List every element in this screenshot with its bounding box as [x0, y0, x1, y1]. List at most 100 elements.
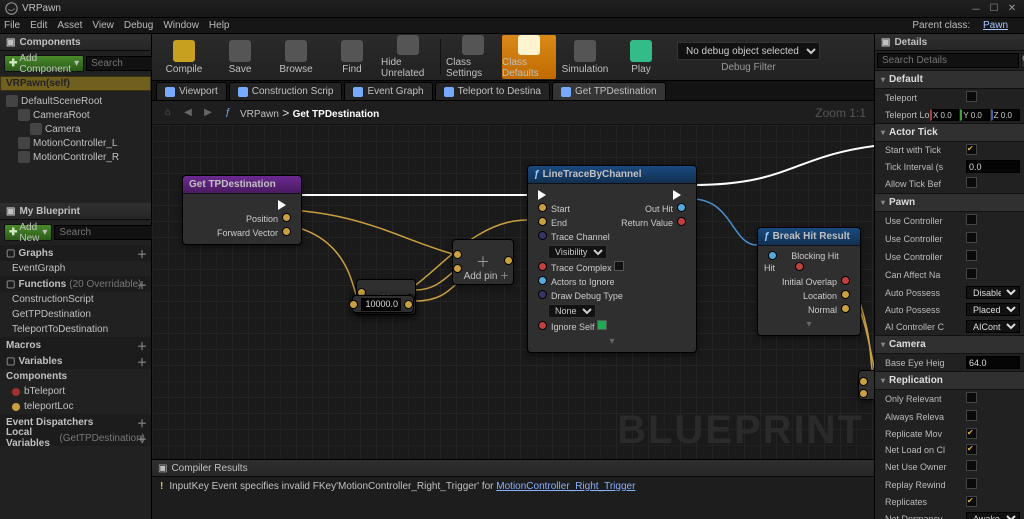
- menu-debug[interactable]: Debug: [124, 20, 153, 31]
- minimize-button[interactable]: －: [968, 2, 984, 16]
- pin-actors[interactable]: [538, 276, 547, 285]
- expand-icon[interactable]: ▾: [806, 319, 811, 330]
- menu-help[interactable]: Help: [209, 20, 230, 31]
- pin-complex[interactable]: [538, 262, 547, 271]
- pin-in[interactable]: [453, 264, 462, 273]
- compiler-warning[interactable]: ! InputKey Event specifies invalid FKey'…: [152, 477, 874, 496]
- checkbox[interactable]: [966, 496, 977, 507]
- select[interactable]: Placed in World: [966, 303, 1020, 316]
- checkbox[interactable]: [597, 320, 607, 330]
- add-component-button[interactable]: ✚Add Component▾: [4, 55, 84, 72]
- node-float-literal[interactable]: [352, 295, 414, 313]
- hide-unrelated-button[interactable]: Hide Unrelated: [381, 35, 435, 79]
- add-icon[interactable]: ＋: [137, 354, 147, 369]
- pin-out[interactable]: [841, 276, 850, 285]
- add-icon[interactable]: ＋: [137, 277, 147, 292]
- pin-in[interactable]: [859, 377, 868, 386]
- checkbox[interactable]: [966, 410, 977, 421]
- section-functions[interactable]: ▢Functions(20 Overridable)＋: [0, 276, 151, 292]
- list-item[interactable]: ConstructionScript: [0, 292, 151, 307]
- section-macros[interactable]: Macros＋: [0, 337, 151, 353]
- trace-channel-select[interactable]: Visibility: [548, 245, 607, 259]
- home-icon[interactable]: ⌂: [160, 105, 176, 121]
- pin-channel[interactable]: [538, 231, 547, 240]
- menu-edit[interactable]: Edit: [30, 20, 47, 31]
- checkbox[interactable]: [966, 268, 977, 279]
- compile-button[interactable]: Compile: [157, 35, 211, 79]
- section-graphs[interactable]: ▢Graphs＋: [0, 245, 151, 261]
- class-defaults-button[interactable]: Class Defaults: [502, 35, 556, 79]
- pin-in[interactable]: [859, 389, 868, 398]
- pin-in[interactable]: [453, 250, 462, 259]
- tab-construction[interactable]: Construction Scrip: [229, 82, 343, 100]
- number-input[interactable]: [966, 160, 1020, 173]
- compiler-link[interactable]: MotionController_Right_Trigger: [496, 481, 635, 492]
- number-input[interactable]: [966, 356, 1020, 369]
- tab-eventgraph[interactable]: Event Graph: [344, 82, 432, 100]
- list-item[interactable]: GetTPDestination: [0, 307, 151, 322]
- tab-gettp[interactable]: Get TPDestination: [552, 82, 666, 100]
- section-variables[interactable]: ▢Variables＋: [0, 353, 151, 369]
- menu-view[interactable]: View: [92, 20, 114, 31]
- list-item[interactable]: TeleportToDestination: [0, 322, 151, 337]
- node-linetrace[interactable]: ƒLineTraceByChannel StartOut Hit EndRetu…: [527, 165, 697, 353]
- play-button[interactable]: Play: [614, 35, 668, 79]
- exec-in-pin[interactable]: [538, 190, 551, 200]
- pin-debugtype[interactable]: [538, 290, 547, 299]
- graph-canvas[interactable]: Get TPDestination Position Forward Vecto…: [152, 125, 874, 459]
- tree-item[interactable]: MotionController_R: [2, 150, 149, 164]
- add-new-button[interactable]: ✚Add New▾: [4, 224, 52, 241]
- self-component[interactable]: VRPawn(self): [0, 76, 151, 91]
- vec-y[interactable]: Y 0.0: [960, 109, 989, 121]
- browse-button[interactable]: Browse: [269, 35, 323, 79]
- pin-out[interactable]: [404, 300, 413, 309]
- add-pin-button[interactable]: Add pin ＋: [464, 269, 509, 282]
- list-item[interactable]: EventGraph: [0, 261, 151, 276]
- menu-window[interactable]: Window: [163, 20, 199, 31]
- vec-x[interactable]: X 0.0: [930, 109, 959, 121]
- tree-item[interactable]: CameraRoot: [2, 108, 149, 122]
- category-pawn[interactable]: Pawn: [875, 193, 1024, 212]
- pin-ignoreself[interactable]: [538, 321, 547, 330]
- menu-file[interactable]: File: [4, 20, 20, 31]
- add-icon[interactable]: ＋: [137, 338, 147, 353]
- find-button[interactable]: Find: [325, 35, 379, 79]
- node-partial[interactable]: [858, 370, 874, 400]
- node-add[interactable]: ＋ Add pin ＋: [452, 239, 514, 285]
- add-icon[interactable]: ＋: [137, 431, 147, 446]
- select[interactable]: AIControll: [966, 320, 1020, 333]
- pin-end[interactable]: [538, 217, 547, 226]
- tab-teleport[interactable]: Teleport to Destina: [435, 82, 550, 100]
- class-settings-button[interactable]: Class Settings: [446, 35, 500, 79]
- vec-z[interactable]: Z 0.0: [991, 109, 1020, 121]
- checkbox[interactable]: [966, 144, 977, 155]
- checkbox[interactable]: [966, 250, 977, 261]
- pin-outhit[interactable]: [677, 203, 686, 212]
- select[interactable]: Disabled: [966, 286, 1020, 299]
- checkbox[interactable]: [966, 428, 977, 439]
- expand-icon[interactable]: ▾: [609, 336, 614, 347]
- maximize-button[interactable]: ☐: [986, 2, 1002, 16]
- float-input[interactable]: [361, 298, 401, 311]
- pin-out[interactable]: [504, 256, 513, 265]
- checkbox[interactable]: [966, 214, 977, 225]
- save-button[interactable]: Save: [213, 35, 267, 79]
- tree-item[interactable]: MotionController_L: [2, 136, 149, 150]
- section-locals[interactable]: Local Variables(GetTPDestination)＋: [0, 430, 151, 446]
- pin-hit[interactable]: [768, 251, 777, 260]
- node-function-entry[interactable]: Get TPDestination Position Forward Vecto…: [182, 175, 302, 245]
- category-actor-tick[interactable]: Actor Tick: [875, 123, 1024, 142]
- checkbox[interactable]: [614, 261, 624, 271]
- pin-position[interactable]: [282, 213, 291, 222]
- details-search[interactable]: [877, 53, 1019, 68]
- close-button[interactable]: ✕: [1004, 2, 1020, 16]
- debug-object-select[interactable]: No debug object selected: [677, 42, 820, 60]
- checkbox[interactable]: [966, 232, 977, 243]
- pin-start[interactable]: [538, 203, 547, 212]
- checkbox[interactable]: [966, 91, 977, 102]
- select[interactable]: Awake: [966, 512, 1020, 519]
- simulation-button[interactable]: Simulation: [558, 35, 612, 79]
- pin-return[interactable]: [677, 217, 686, 226]
- tab-viewport[interactable]: Viewport: [156, 82, 227, 100]
- pin-out[interactable]: [795, 262, 804, 271]
